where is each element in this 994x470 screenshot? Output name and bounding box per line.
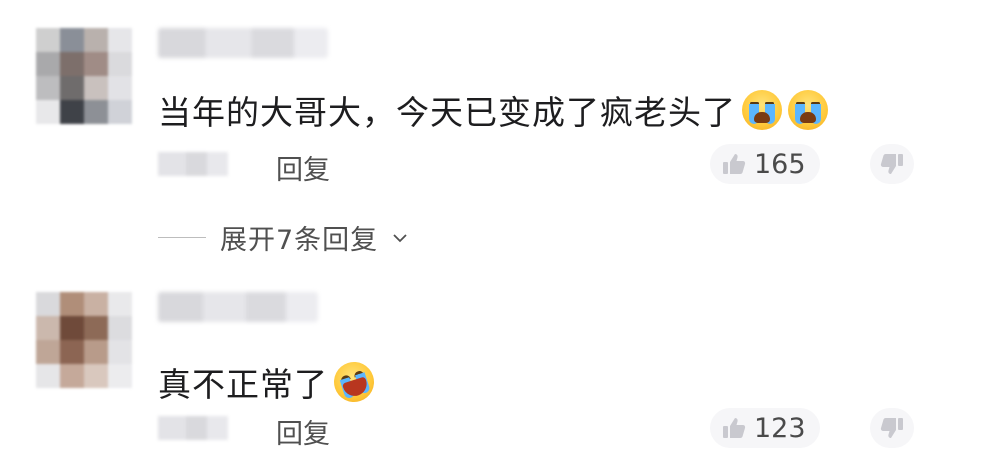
divider-line	[158, 237, 206, 238]
reply-button[interactable]: 回复	[276, 412, 330, 451]
like-button[interactable]: 123	[710, 408, 820, 448]
rolling-laughing-face-icon	[328, 356, 380, 408]
comment-list: 当年的大哥大，今天已变成了疯老头了 回复 165 展开7条回复 真不正常了 回复…	[22, 18, 968, 454]
thumbs-up-icon	[723, 418, 746, 438]
comment-text-content: 当年的大哥大，今天已变成了疯老头了	[158, 93, 736, 132]
username-redacted	[158, 292, 318, 322]
comment-item: 当年的大哥大，今天已变成了疯老头了 回复 165 展开7条回复	[22, 18, 968, 256]
thumbs-up-icon	[723, 154, 746, 174]
like-count: 123	[754, 412, 806, 444]
timestamp-redacted	[158, 416, 228, 440]
thumbs-down-icon	[880, 418, 903, 438]
dislike-button[interactable]	[870, 144, 914, 184]
like-button[interactable]: 165	[710, 144, 820, 184]
comment-text-content: 真不正常了	[158, 365, 328, 404]
crying-face-icon	[788, 90, 828, 130]
avatar[interactable]	[36, 292, 132, 388]
expand-replies-button[interactable]: 展开7条回复	[158, 218, 408, 257]
like-count: 165	[754, 148, 806, 180]
reply-button[interactable]: 回复	[276, 148, 330, 187]
comment-meta: 回复 123	[158, 408, 958, 451]
crying-face-icon	[742, 90, 782, 130]
expand-replies-label: 展开7条回复	[220, 225, 379, 256]
comment-meta: 回复 165	[158, 144, 958, 187]
comment-text: 当年的大哥大，今天已变成了疯老头了	[158, 86, 828, 134]
comment-item: 真不正常了 回复 123	[22, 280, 968, 450]
timestamp-redacted	[158, 152, 228, 176]
comment-text: 真不正常了	[158, 356, 380, 408]
thumbs-down-icon	[880, 154, 903, 174]
username-redacted	[158, 28, 328, 58]
avatar[interactable]	[36, 28, 132, 124]
chevron-down-icon	[393, 233, 407, 242]
dislike-button[interactable]	[870, 408, 914, 448]
